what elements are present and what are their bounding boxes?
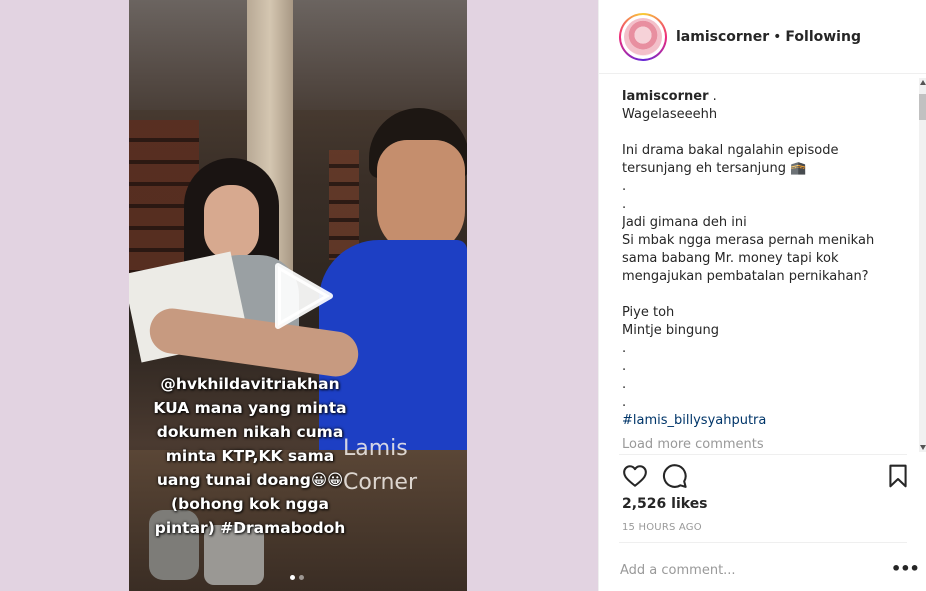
overlay-line: dokumen nikah cuma xyxy=(156,423,344,441)
caption-username[interactable]: lamiscorner xyxy=(622,89,709,104)
overlay-line: minta KTP,KK sama xyxy=(165,447,335,465)
caption-line: . xyxy=(712,89,717,104)
post-video[interactable]: @hvkhildavitriakhan KUA mana yang minta … xyxy=(129,0,467,591)
watermark-line: Lamis xyxy=(343,436,408,461)
video-watermark: Lamis Corner xyxy=(343,432,463,500)
overlay-line: uang tunai doang😀😀 xyxy=(156,471,344,489)
overlay-line: pintar) #Dramabodoh xyxy=(154,519,346,537)
scroll-up-icon[interactable] xyxy=(920,80,926,85)
avatar-image xyxy=(624,17,662,56)
caption-line: . xyxy=(622,395,627,410)
video-wine-shelf-2 xyxy=(329,150,359,260)
carousel-dot[interactable] xyxy=(290,575,295,580)
caption-line: . xyxy=(622,197,627,212)
overlay-line: KUA mana yang minta xyxy=(153,399,347,417)
caption-line: Wagelaseeehh xyxy=(622,107,718,122)
watermark-line: Corner xyxy=(343,470,418,495)
post-details-panel: lamiscorner • Following lamiscorner . Wa… xyxy=(598,0,926,591)
post-timestamp[interactable]: 15 HOURS AGO xyxy=(622,522,702,533)
caption-line: Mintje bingung xyxy=(622,323,719,338)
caption-line: Piye toh xyxy=(622,305,675,320)
avatar[interactable] xyxy=(619,12,667,61)
carousel-dot[interactable] xyxy=(299,575,304,580)
divider xyxy=(619,454,907,455)
caption-line: . xyxy=(622,341,627,356)
caption-line: mengajukan pembatalan pernikahan? xyxy=(622,269,869,284)
likes-count[interactable]: 2,526 likes xyxy=(622,496,708,512)
caption-line xyxy=(622,124,914,142)
caption-line xyxy=(622,286,914,304)
bookmark-icon[interactable] xyxy=(885,463,911,489)
scrollbar-thumb[interactable] xyxy=(919,94,926,120)
header-separator: • xyxy=(773,28,782,45)
overlay-line: @hvkhildavitriakhan xyxy=(160,375,340,393)
heart-icon[interactable] xyxy=(622,463,648,489)
more-options-button[interactable]: ••• xyxy=(891,561,920,577)
post-header: lamiscorner • Following xyxy=(599,0,926,74)
scroll-down-icon[interactable] xyxy=(920,445,926,450)
caption-line: Si mbak ngga merasa pernah menikah xyxy=(622,233,875,248)
carousel-indicator xyxy=(290,575,304,580)
video-ceiling xyxy=(129,0,467,110)
comment-icon[interactable] xyxy=(662,463,688,489)
caption-line: tersunjang eh tersanjung 🕋 xyxy=(622,161,807,176)
header-username[interactable]: lamiscorner xyxy=(676,29,769,45)
caption-line: Ini drama bakal ngalahin episode xyxy=(622,143,839,158)
following-button[interactable]: Following xyxy=(785,29,861,45)
caption-line: Jadi gimana deh ini xyxy=(622,215,747,230)
play-icon[interactable] xyxy=(270,262,334,330)
overlay-line: (bohong kok ngga xyxy=(171,495,329,513)
divider xyxy=(619,542,907,543)
video-man-face xyxy=(377,140,465,255)
comments-scrollbar[interactable] xyxy=(919,78,926,452)
caption-hashtag[interactable]: #lamis_billysyahputra xyxy=(622,412,914,430)
load-more-comments-button[interactable]: Load more comments xyxy=(622,437,764,452)
video-caption-overlay: @hvkhildavitriakhan KUA mana yang minta … xyxy=(135,372,365,540)
caption-line: . xyxy=(622,377,627,392)
add-comment-input[interactable] xyxy=(620,559,870,581)
video-woman-face xyxy=(204,185,259,260)
caption-line: . xyxy=(622,179,627,194)
caption-comment: lamiscorner . Wagelaseeehh Ini drama bak… xyxy=(622,88,914,455)
caption-line: . xyxy=(622,359,627,374)
caption-line: sama babang Mr. money tapi kok xyxy=(622,251,839,266)
